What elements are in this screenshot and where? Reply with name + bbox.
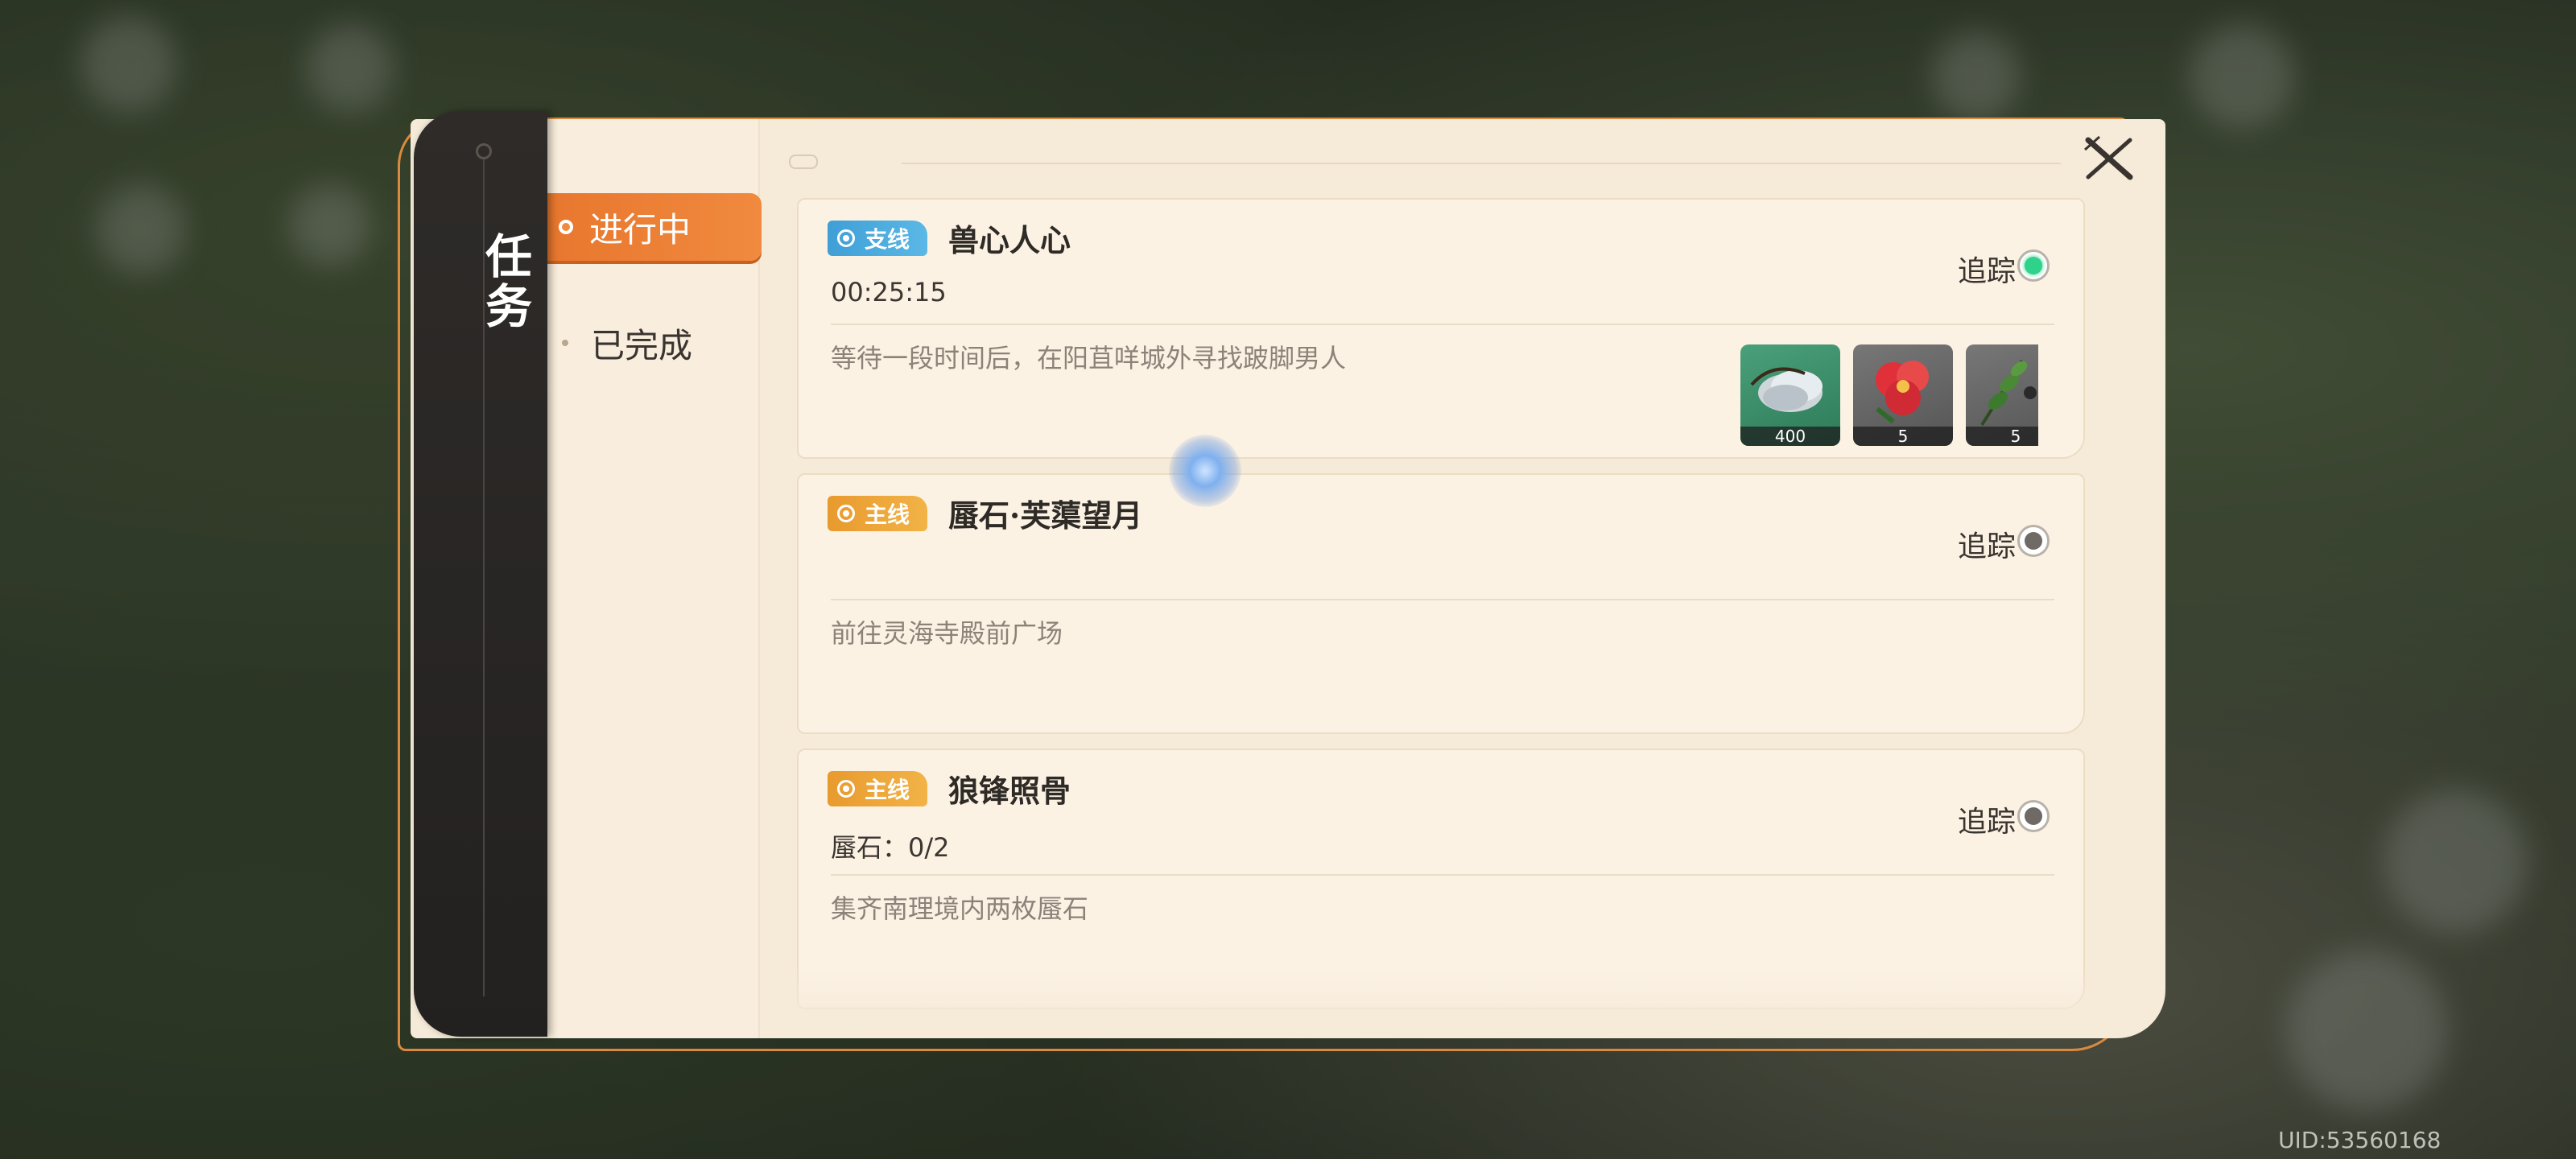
track-toggle[interactable] (2017, 525, 2050, 557)
red-flower-icon (1876, 361, 1929, 424)
reward-item[interactable]: 5 (1966, 344, 2038, 446)
reward-list: 400 5 5 (1740, 344, 2038, 446)
badge-label: 主线 (865, 501, 910, 528)
uid-label: UID:53560168 (2278, 1127, 2442, 1153)
track-toggle[interactable] (2017, 800, 2050, 832)
quest-description: 等待一段时间后，在阳苴咩城外寻找跛脚男人 (831, 343, 1347, 373)
tab-indicator-icon (562, 340, 568, 346)
quest-name: 蜃石·芙蕖望月 (948, 497, 1143, 534)
divider (831, 874, 2054, 876)
reward-item[interactable]: 400 (1740, 344, 1840, 446)
target-icon (837, 505, 855, 522)
title-sidebar: 任务 (414, 111, 547, 1037)
tab-label: 进行中 (589, 209, 691, 250)
divider (831, 599, 2054, 600)
reward-item[interactable]: 5 (1853, 344, 1953, 446)
tab-column: 进行中 已完成 (547, 119, 762, 1038)
close-button[interactable] (2077, 130, 2141, 187)
quest-type-badge: 支线 (828, 221, 928, 256)
quest-type-badge: 主线 (828, 771, 928, 806)
knob-icon (476, 143, 492, 159)
track-toggle[interactable] (2017, 250, 2050, 282)
quest-card[interactable]: 支线 兽心人心 00:25:15 追踪 等待一段时间后，在阳苴咩城外寻找跛脚男人… (797, 198, 2085, 459)
track-label: 追踪 (1957, 806, 2016, 839)
tab-in-progress[interactable]: 进行中 (547, 193, 762, 261)
target-icon (837, 780, 855, 798)
badge-label: 支线 (865, 226, 910, 253)
reward-count: 400 (1740, 427, 1840, 446)
quest-name: 兽心人心 (948, 222, 1071, 258)
tab-indicator-icon (559, 220, 573, 234)
silver-coins-icon (1750, 367, 1823, 412)
divider (831, 324, 2054, 325)
green-herb-icon (1980, 359, 2037, 427)
quest-name: 狼锋照骨 (948, 773, 1071, 809)
list-fade (789, 966, 2109, 1038)
reward-count: 5 (1966, 427, 2038, 446)
close-icon (2084, 135, 2133, 180)
tab-completed[interactable]: 已完成 (547, 309, 762, 377)
quest-description: 集齐南理境内两枚蜃石 (831, 893, 1089, 924)
quest-type-badge: 主线 (828, 496, 928, 531)
quest-description: 前往灵海寺殿前广场 (831, 618, 1063, 649)
page-title: 任务 (477, 232, 532, 332)
track-label: 追踪 (1957, 255, 2016, 288)
track-label: 追踪 (1957, 530, 2016, 563)
quest-timer: 00:25:15 (831, 277, 947, 307)
target-icon (837, 229, 855, 247)
badge-label: 主线 (865, 777, 910, 803)
reward-count: 5 (1853, 427, 1953, 446)
quest-progress: 蜃石：0/2 (831, 832, 950, 863)
header-divider (902, 163, 2061, 164)
tab-label: 已完成 (591, 325, 693, 365)
quest-card[interactable]: 主线 蜃石·芙蕖望月 追踪 前往灵海寺殿前广场 (797, 473, 2085, 734)
touch-cursor (1169, 435, 1241, 507)
toggle-icon (789, 155, 818, 169)
